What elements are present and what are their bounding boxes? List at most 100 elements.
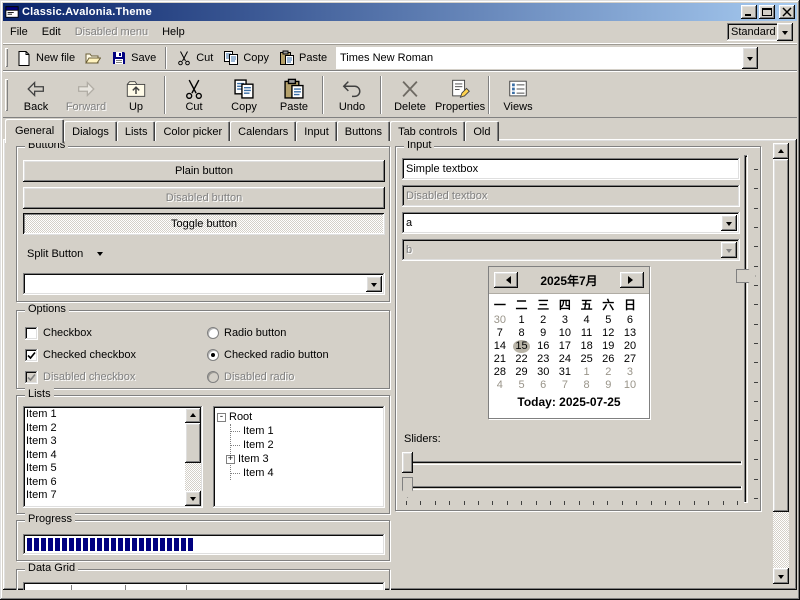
calendar-day[interactable]: 25 (576, 353, 598, 366)
font-combobox[interactable]: Times New Roman (336, 47, 758, 69)
cut-button[interactable]: Cut (169, 75, 219, 115)
empty-combobox[interactable] (23, 273, 385, 295)
column-separator[interactable] (71, 585, 73, 590)
tab-tab-controls[interactable]: Tab controls (390, 121, 465, 141)
checkbox-row[interactable]: Checked checkbox (25, 347, 136, 363)
list-item[interactable]: Item 2 (26, 422, 185, 436)
views-button[interactable]: Views (493, 75, 543, 115)
cut-button[interactable]: Cut (171, 47, 218, 69)
list-item[interactable]: Item 4 (26, 449, 185, 463)
combobox-a-arrow[interactable] (721, 215, 737, 231)
calendar-day[interactable]: 12 (597, 327, 619, 340)
slider-thumb[interactable] (402, 477, 413, 498)
list-item[interactable]: Item 7 (26, 489, 185, 503)
calendar-day[interactable]: 24 (554, 353, 576, 366)
scroll-thumb[interactable] (185, 423, 201, 463)
menu-item-file[interactable]: File (3, 24, 35, 40)
tree-expand-icon[interactable]: + (226, 455, 235, 464)
split-button[interactable]: Split Button (27, 245, 103, 263)
calendar-day[interactable]: 16 (532, 340, 554, 353)
theme-select[interactable]: Standard (727, 23, 793, 41)
menu-item-help[interactable]: Help (155, 24, 192, 40)
calendar-day[interactable]: 28 (489, 366, 511, 379)
calendar-day[interactable]: 8 (576, 379, 598, 392)
copy-button[interactable]: Copy (218, 47, 274, 69)
calendar-day[interactable]: 10 (619, 379, 641, 392)
calendar-day[interactable]: 7 (489, 327, 511, 340)
tab-dialogs[interactable]: Dialogs (64, 121, 117, 141)
calendar-day[interactable]: 13 (619, 327, 641, 340)
calendar-day[interactable]: 21 (489, 353, 511, 366)
tab-calendars[interactable]: Calendars (230, 121, 296, 141)
listbox-scrollbar[interactable] (185, 408, 201, 506)
tree-item[interactable]: Item 2 (231, 438, 381, 452)
calendar-day[interactable]: 9 (532, 327, 554, 340)
calendar-day[interactable]: 29 (511, 366, 533, 379)
paste-button[interactable]: Paste (269, 75, 319, 115)
radio-button[interactable] (207, 349, 219, 361)
calendar-day[interactable]: 2 (597, 366, 619, 379)
calendar-day[interactable]: 15 (511, 340, 533, 353)
radio-row[interactable]: Radio button (207, 325, 286, 341)
theme-select-arrow[interactable] (777, 23, 793, 41)
calendar-day[interactable]: 10 (554, 327, 576, 340)
plain-button[interactable]: Plain button (23, 160, 385, 182)
tree-collapse-icon[interactable]: - (217, 413, 226, 422)
calendar-prev-button[interactable] (494, 272, 518, 288)
combobox-a[interactable]: a (402, 212, 740, 234)
calendar-day[interactable]: 19 (597, 340, 619, 353)
tab-general[interactable]: General (5, 119, 64, 143)
horizontal-slider-2[interactable] (402, 477, 742, 499)
calendar-day[interactable]: 26 (597, 353, 619, 366)
calendar-day[interactable]: 20 (619, 340, 641, 353)
calendar-day[interactable]: 31 (554, 366, 576, 379)
toggle-button[interactable]: Toggle button (23, 213, 385, 235)
calendar-day[interactable]: 2 (532, 314, 554, 327)
up-button[interactable]: Up (111, 75, 161, 115)
calendar-day[interactable]: 18 (576, 340, 598, 353)
back-button[interactable]: Back (11, 75, 61, 115)
calendar-day[interactable]: 9 (597, 379, 619, 392)
calendar-day[interactable]: 22 (511, 353, 533, 366)
calendar-day[interactable]: 14 (489, 340, 511, 353)
calendar-day[interactable]: 11 (576, 327, 598, 340)
slider-track[interactable] (402, 486, 742, 490)
new-file-button[interactable]: New file (11, 47, 80, 69)
properties-button[interactable]: Properties (435, 75, 485, 115)
tab-lists[interactable]: Lists (117, 121, 156, 141)
tree-item[interactable]: +Item 3 (231, 452, 381, 466)
list-item[interactable]: Item 1 (26, 408, 185, 422)
list-item[interactable]: Item 3 (26, 435, 185, 449)
minimize-button[interactable] (741, 5, 757, 19)
empty-combobox-arrow[interactable] (366, 276, 382, 292)
open-button[interactable] (80, 47, 106, 69)
save-button[interactable]: Save (106, 47, 161, 69)
delete-button[interactable]: Delete (385, 75, 435, 115)
calendar-day[interactable]: 27 (619, 353, 641, 366)
tree-item[interactable]: Item 4 (231, 466, 381, 480)
calendar-next-button[interactable] (620, 272, 644, 288)
close-button[interactable] (779, 5, 795, 19)
scroll-down-button[interactable] (773, 568, 789, 584)
scroll-up-button[interactable] (185, 408, 201, 423)
treeview[interactable]: - Root Item 1Item 2+Item 3Item 4 (213, 406, 385, 508)
calendar-day[interactable]: 4 (489, 379, 511, 392)
checkbox[interactable] (25, 327, 38, 340)
tab-old[interactable]: Old (465, 121, 498, 141)
listbox[interactable]: Item 1Item 2Item 3Item 4Item 5Item 6Item… (23, 406, 203, 508)
vertical-slider-track[interactable] (744, 155, 748, 503)
calendar-day[interactable]: 17 (554, 340, 576, 353)
scroll-thumb[interactable] (773, 159, 789, 512)
vertical-slider-thumb[interactable] (736, 269, 756, 283)
tab-input[interactable]: Input (296, 121, 336, 141)
calendar-day[interactable]: 4 (576, 314, 598, 327)
paste-button[interactable]: Paste (274, 47, 332, 69)
page-scrollbar[interactable] (773, 143, 789, 584)
simple-textbox[interactable]: Simple textbox (402, 158, 740, 180)
calendar-day[interactable]: 30 (532, 366, 554, 379)
column-separator[interactable] (186, 585, 188, 590)
maximize-button[interactable] (759, 5, 775, 19)
chevron-down-icon[interactable] (97, 252, 103, 259)
calendar-day[interactable]: 3 (554, 314, 576, 327)
column-separator[interactable] (125, 585, 127, 590)
